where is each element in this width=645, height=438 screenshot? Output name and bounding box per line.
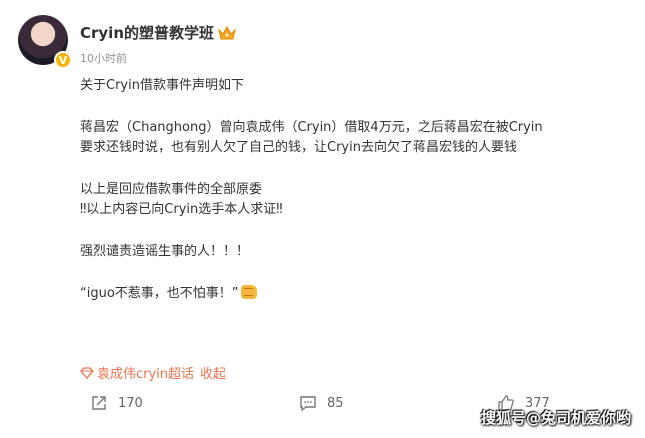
verified-badge: V <box>54 51 72 69</box>
share-button[interactable]: 170 <box>90 394 143 412</box>
author-name[interactable]: Cryin的塑普教学班 <box>80 22 214 43</box>
comment-icon <box>300 396 316 412</box>
share-count: 170 <box>118 395 143 411</box>
watermark: 搜狐号@兔司机爱你哟 <box>480 409 631 427</box>
topic-link[interactable]: 袁成伟cryin超话 <box>97 363 194 382</box>
author-name-row: Cryin的塑普教学班 <box>80 22 236 43</box>
collapse-link[interactable]: 收起 <box>200 363 226 382</box>
fist-icon <box>240 285 257 299</box>
comment-button[interactable]: 85 <box>299 394 344 412</box>
diamond-icon <box>80 366 94 379</box>
avatar[interactable]: V <box>18 15 72 69</box>
comment-count: 85 <box>327 395 344 411</box>
content-line: 关于Cryin借款事件声明如下 <box>80 78 244 93</box>
content-line-quote: “iguo不惹事，也不怕事！” <box>80 284 628 304</box>
content-line: 蒋昌宏（Changhong）曾向袁成伟（Cryin）借取4万元，之后蒋昌宏在被C… <box>80 120 543 135</box>
share-icon <box>92 396 106 410</box>
quote-text: “iguo不惹事，也不怕事！” <box>80 286 239 301</box>
content-line: 以上是回应借款事件的全部原委 <box>80 182 263 197</box>
post-timestamp[interactable]: 10小时前 <box>80 50 127 66</box>
content-line: 要求还钱时说，也有别人欠了自己的钱，让Cryin去向欠了蒋昌宏钱的人要钱 <box>80 140 517 155</box>
post-content: 关于Cryin借款事件声明如下 蒋昌宏（Changhong）曾向袁成伟（Cryi… <box>80 76 628 304</box>
content-line: 强烈谴责造谣生事的人！！！ <box>80 244 250 259</box>
crown-icon <box>218 25 236 39</box>
topic-row: 袁成伟cryin超话 收起 <box>80 363 226 382</box>
weibo-post: V Cryin的塑普教学班 10小时前 关于Cryin借款事件声明如下 蒋昌宏（… <box>0 0 645 438</box>
content-line: ‼以上内容已向Cryin选手本人求证‼ <box>80 202 283 217</box>
